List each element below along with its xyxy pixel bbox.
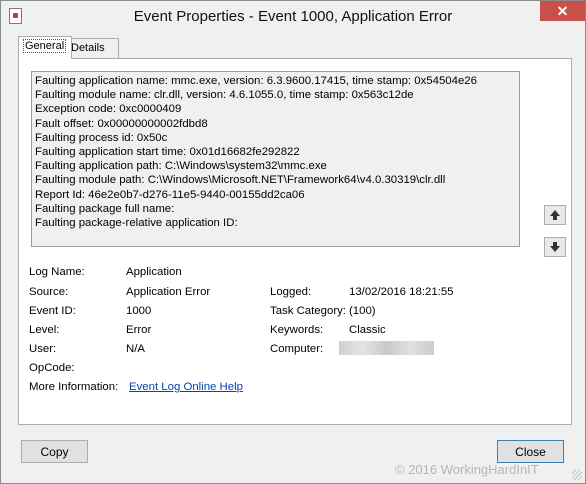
logged-value: 13/02/2016 18:21:55 xyxy=(349,286,454,298)
resize-grip-icon[interactable] xyxy=(572,470,582,480)
keywords-value: Classic xyxy=(349,324,386,336)
source-label: Source: xyxy=(29,286,69,298)
level-label: Level: xyxy=(29,324,60,336)
tab-details-label: Details xyxy=(71,42,105,54)
next-event-button[interactable] xyxy=(544,237,566,257)
log-name-label: Log Name: xyxy=(29,266,85,278)
event-id-label: Event ID: xyxy=(29,305,76,317)
close-window-button[interactable]: ✕ xyxy=(540,1,585,21)
description-line: Faulting package-relative application ID… xyxy=(35,216,238,229)
description-line: Faulting application name: mmc.exe, vers… xyxy=(35,75,477,87)
description-line: Exception code: 0xc0000409 xyxy=(35,103,182,116)
description-line: Faulting module path: C:\Windows\Microso… xyxy=(35,174,446,187)
level-value: Error xyxy=(126,324,152,336)
task-category-label: Task Category: xyxy=(270,305,346,317)
task-category-value: (100) xyxy=(349,305,376,317)
event-properties-window: Event Properties - Event 1000, Applicati… xyxy=(0,0,586,484)
arrow-up-icon xyxy=(550,210,560,220)
description-line: Faulting package full name: xyxy=(35,202,175,215)
user-label: User: xyxy=(29,343,57,355)
computer-label: Computer: xyxy=(270,343,324,355)
keywords-label: Keywords: xyxy=(270,324,324,336)
event-description-box[interactable]: Faulting application name: mmc.exe, vers… xyxy=(31,71,520,247)
tab-details[interactable]: Details xyxy=(66,38,119,58)
tab-general[interactable]: General xyxy=(18,36,72,59)
tab-general-label: General xyxy=(23,39,67,53)
source-value: Application Error xyxy=(126,286,211,298)
window-title: Event Properties - Event 1000, Applicati… xyxy=(133,8,453,25)
description-line: Faulting process id: 0x50c xyxy=(35,131,168,144)
previous-event-button[interactable] xyxy=(544,205,566,225)
log-name-value: Application xyxy=(126,266,182,278)
event-log-online-help-link[interactable]: Event Log Online Help xyxy=(129,381,243,393)
logged-label: Logged: xyxy=(270,286,312,298)
event-id-value: 1000 xyxy=(126,305,152,317)
close-button[interactable]: Close xyxy=(497,440,564,463)
description-line: Faulting application path: C:\Windows\sy… xyxy=(35,160,327,173)
title-bar[interactable]: Event Properties - Event 1000, Applicati… xyxy=(1,1,585,32)
computer-value-redacted xyxy=(339,341,434,355)
description-line: Faulting application start time: 0x01d16… xyxy=(35,145,300,158)
watermark: © 2016 WorkingHardInIT xyxy=(395,462,539,477)
opcode-label: OpCode: xyxy=(29,362,75,374)
more-information-label: More Information: xyxy=(29,381,119,393)
description-line: Faulting module name: clr.dll, version: … xyxy=(35,89,414,102)
arrow-down-icon xyxy=(550,242,560,252)
general-panel: Faulting application name: mmc.exe, vers… xyxy=(18,58,572,425)
copy-button[interactable]: Copy xyxy=(21,440,88,463)
description-line: Report Id: 46e2e0b7-d276-11e5-9440-00155… xyxy=(35,188,305,201)
description-line: Fault offset: 0x00000000002fdbd8 xyxy=(35,117,208,130)
user-value: N/A xyxy=(126,343,145,355)
